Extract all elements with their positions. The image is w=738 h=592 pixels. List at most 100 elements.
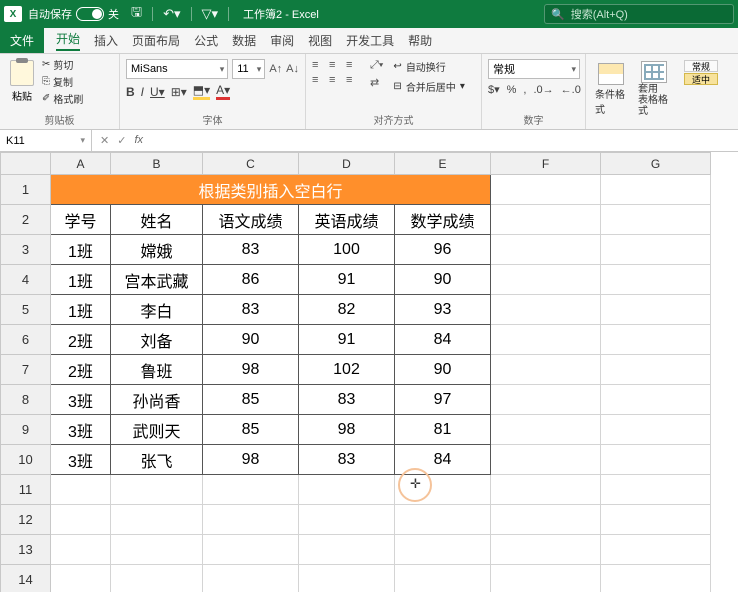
font-name-select[interactable]: MiSans <box>126 59 228 79</box>
cell-G6[interactable] <box>601 325 711 355</box>
cell-G1[interactable] <box>601 175 711 205</box>
cell-G2[interactable] <box>601 205 711 235</box>
paste-button[interactable]: 粘贴 <box>6 58 38 105</box>
cell-C4[interactable]: 86 <box>203 265 299 295</box>
col-header-D[interactable]: D <box>299 153 395 175</box>
cell-D13[interactable] <box>299 535 395 565</box>
cell-styles-gallery[interactable]: 常规 适中 <box>684 60 722 85</box>
align-bottom-icon[interactable]: ≡ <box>346 59 360 71</box>
cell-B8[interactable]: 孙尚香 <box>111 385 203 415</box>
italic-button[interactable]: I <box>141 85 144 99</box>
font-size-select[interactable]: 11 <box>232 59 265 79</box>
align-center-icon[interactable]: ≡ <box>329 74 343 86</box>
table-format-button[interactable]: 套用 表格格式 <box>635 61 672 117</box>
cell-G4[interactable] <box>601 265 711 295</box>
cell-F8[interactable] <box>491 385 601 415</box>
col-header-G[interactable]: G <box>601 153 711 175</box>
cell-F2[interactable] <box>491 205 601 235</box>
cell-A13[interactable] <box>51 535 111 565</box>
cell-D4[interactable]: 91 <box>299 265 395 295</box>
col-header-C[interactable]: C <box>203 153 299 175</box>
conditional-format-button[interactable]: 条件格式 <box>592 63 629 116</box>
cell-B2[interactable]: 姓名 <box>111 205 203 235</box>
fill-color-button[interactable]: ⬒▾ <box>193 83 210 100</box>
cell-C7[interactable]: 98 <box>203 355 299 385</box>
fx-icon[interactable]: fx <box>134 134 143 147</box>
cell-G8[interactable] <box>601 385 711 415</box>
cell-G5[interactable] <box>601 295 711 325</box>
cell-C6[interactable]: 90 <box>203 325 299 355</box>
decrease-decimal-icon[interactable]: ←.0 <box>561 84 581 96</box>
cell-D2[interactable]: 英语成绩 <box>299 205 395 235</box>
cell-B3[interactable]: 嫦娥 <box>111 235 203 265</box>
row-header-13[interactable]: 13 <box>1 535 51 565</box>
row-header-2[interactable]: 2 <box>1 205 51 235</box>
cell-F7[interactable] <box>491 355 601 385</box>
cell-D8[interactable]: 83 <box>299 385 395 415</box>
row-header-5[interactable]: 5 <box>1 295 51 325</box>
tab-data[interactable]: 数据 <box>232 32 256 49</box>
row-header-11[interactable]: 11 <box>1 475 51 505</box>
cell-E4[interactable]: 90 <box>395 265 491 295</box>
row-header-1[interactable]: 1 <box>1 175 51 205</box>
percent-icon[interactable]: % <box>507 84 517 96</box>
cell-D14[interactable] <box>299 565 395 592</box>
align-left-icon[interactable]: ≡ <box>312 74 326 86</box>
style-medium[interactable]: 适中 <box>684 73 718 85</box>
align-right-icon[interactable]: ≡ <box>346 74 360 86</box>
cell-F12[interactable] <box>491 505 601 535</box>
cell-F4[interactable] <box>491 265 601 295</box>
indent-icon[interactable]: ⇄ <box>370 76 383 89</box>
tab-file[interactable]: 文件 <box>0 28 44 53</box>
name-box[interactable]: K11 <box>0 130 92 151</box>
copy-button[interactable]: ⎘复制 <box>42 74 83 89</box>
cell-B12[interactable] <box>111 505 203 535</box>
cell-F13[interactable] <box>491 535 601 565</box>
save-icon[interactable]: 🖫 <box>131 3 142 25</box>
cell-C11[interactable] <box>203 475 299 505</box>
cell-B6[interactable]: 刘备 <box>111 325 203 355</box>
cell-B10[interactable]: 张飞 <box>111 445 203 475</box>
cell-E10[interactable]: 84 <box>395 445 491 475</box>
tab-insert[interactable]: 插入 <box>94 32 118 49</box>
col-header-E[interactable]: E <box>395 153 491 175</box>
cell-E9[interactable]: 81 <box>395 415 491 445</box>
row-header-7[interactable]: 7 <box>1 355 51 385</box>
cell-E11[interactable] <box>395 475 491 505</box>
tab-review[interactable]: 审阅 <box>270 32 294 49</box>
cell-C9[interactable]: 85 <box>203 415 299 445</box>
cell-B4[interactable]: 宫本武藏 <box>111 265 203 295</box>
tab-developer[interactable]: 开发工具 <box>346 32 394 49</box>
cell-G11[interactable] <box>601 475 711 505</box>
tab-home[interactable]: 开始 <box>56 30 80 51</box>
tab-help[interactable]: 帮助 <box>408 32 432 49</box>
col-header-B[interactable]: B <box>111 153 203 175</box>
row-header-8[interactable]: 8 <box>1 385 51 415</box>
cell-F6[interactable] <box>491 325 601 355</box>
cell-C12[interactable] <box>203 505 299 535</box>
row-header-14[interactable]: 14 <box>1 565 51 592</box>
autosave-toggle[interactable]: 自动保存 关 <box>28 6 119 22</box>
increase-font-icon[interactable]: A↑ <box>269 63 282 75</box>
cell-B14[interactable] <box>111 565 203 592</box>
merge-center-button[interactable]: ⊟合并后居中▾ <box>393 79 464 94</box>
cell-E12[interactable] <box>395 505 491 535</box>
cell-E2[interactable]: 数学成绩 <box>395 205 491 235</box>
row-header-10[interactable]: 10 <box>1 445 51 475</box>
cell-E3[interactable]: 96 <box>395 235 491 265</box>
cell-A9[interactable]: 3班 <box>51 415 111 445</box>
cell-G9[interactable] <box>601 415 711 445</box>
comma-icon[interactable]: , <box>523 84 526 96</box>
align-middle-icon[interactable]: ≡ <box>329 59 343 71</box>
cell-E13[interactable] <box>395 535 491 565</box>
cell-B13[interactable] <box>111 535 203 565</box>
cell-B5[interactable]: 李白 <box>111 295 203 325</box>
row-header-12[interactable]: 12 <box>1 505 51 535</box>
cell-G14[interactable] <box>601 565 711 592</box>
cell-A8[interactable]: 3班 <box>51 385 111 415</box>
font-color-button[interactable]: A▾ <box>216 83 230 100</box>
cell-A5[interactable]: 1班 <box>51 295 111 325</box>
spreadsheet-grid[interactable]: ABCDEFG1根据类别插入空白行2学号姓名语文成绩英语成绩数学成绩31班嫦娥8… <box>0 152 738 592</box>
cell-D10[interactable]: 83 <box>299 445 395 475</box>
cell-C8[interactable]: 85 <box>203 385 299 415</box>
